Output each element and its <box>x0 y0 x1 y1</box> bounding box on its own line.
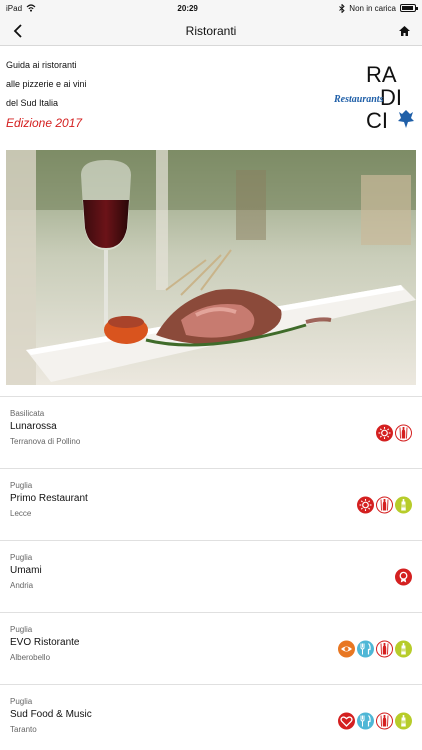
heart-badge-icon <box>338 712 355 729</box>
restaurant-region: Puglia <box>10 553 33 562</box>
restaurant-name: Lunarossa <box>10 421 57 432</box>
restaurant-badges <box>338 640 412 657</box>
restaurant-row[interactable]: Puglia EVO Ristorante Alberobello <box>0 613 422 685</box>
leaf-icon <box>398 110 414 128</box>
restaurant-row[interactable]: Puglia Primo Restaurant Lecce <box>0 469 422 541</box>
battery-text: Non in carica <box>349 3 396 13</box>
back-button[interactable] <box>8 21 28 41</box>
eye-badge-icon <box>338 640 355 657</box>
oil-bottle-badge-icon <box>395 640 412 657</box>
hero-food-photo <box>6 150 416 385</box>
page-title: Ristoranti <box>185 23 237 38</box>
restaurant-badges <box>338 712 412 729</box>
restaurant-badges <box>376 424 412 441</box>
hero-illustration <box>6 150 416 385</box>
status-right: Non in carica <box>339 3 418 13</box>
bluetooth-icon <box>339 3 345 13</box>
restaurant-row[interactable]: Basilicata Lunarossa Terranova di Pollin… <box>0 397 422 469</box>
oil-bottle-badge-icon <box>395 496 412 513</box>
sun-badge-icon <box>376 424 393 441</box>
nav-bar: Ristoranti <box>0 16 422 46</box>
wine-bottle-badge-icon <box>376 712 393 729</box>
sun-badge-icon <box>357 496 374 513</box>
logo-text-top: RA <box>366 62 397 87</box>
status-bar: iPad 20:29 Non in carica <box>0 0 422 16</box>
restaurant-region: Puglia <box>10 625 33 634</box>
restaurant-badges <box>395 568 412 585</box>
restaurant-region: Basilicata <box>10 409 45 418</box>
home-button[interactable] <box>394 21 414 41</box>
guide-banner: Guida ai ristoranti alle pizzerie e ai v… <box>0 46 422 150</box>
award-badge-icon <box>395 568 412 585</box>
battery-level <box>401 6 413 10</box>
restaurant-row[interactable]: Puglia Sud Food & Music Taranto <box>0 685 422 750</box>
restaurant-region: Puglia <box>10 481 33 490</box>
logo-script-text: Restaurants <box>334 94 384 105</box>
restaurant-badges <box>357 496 412 513</box>
restaurant-city: Andria <box>10 581 34 590</box>
chevron-left-icon <box>13 23 22 38</box>
device-label: iPad <box>6 3 23 13</box>
cutlery-badge-icon <box>357 712 374 729</box>
battery-icon <box>399 4 418 12</box>
wine-bottle-badge-icon <box>376 496 393 513</box>
restaurant-name: Primo Restaurant <box>10 493 88 504</box>
restaurant-city: Terranova di Pollino <box>10 437 81 446</box>
restaurant-list: Basilicata Lunarossa Terranova di Pollin… <box>0 396 422 750</box>
radici-logo: RA DI CI Restaurants <box>334 62 414 132</box>
wine-bottle-badge-icon <box>395 424 412 441</box>
restaurant-city: Lecce <box>10 509 32 518</box>
oil-bottle-badge-icon <box>395 712 412 729</box>
wine-bottle-badge-icon <box>376 640 393 657</box>
restaurant-name: Umami <box>10 565 42 576</box>
restaurant-row[interactable]: Puglia Umami Andria <box>0 541 422 613</box>
cutlery-badge-icon <box>357 640 374 657</box>
restaurant-region: Puglia <box>10 697 33 706</box>
home-icon <box>398 25 410 36</box>
status-left: iPad <box>6 4 36 13</box>
clock: 20:29 <box>177 3 198 13</box>
wifi-icon <box>26 4 36 12</box>
logo-text-bottom: CI <box>366 108 388 132</box>
